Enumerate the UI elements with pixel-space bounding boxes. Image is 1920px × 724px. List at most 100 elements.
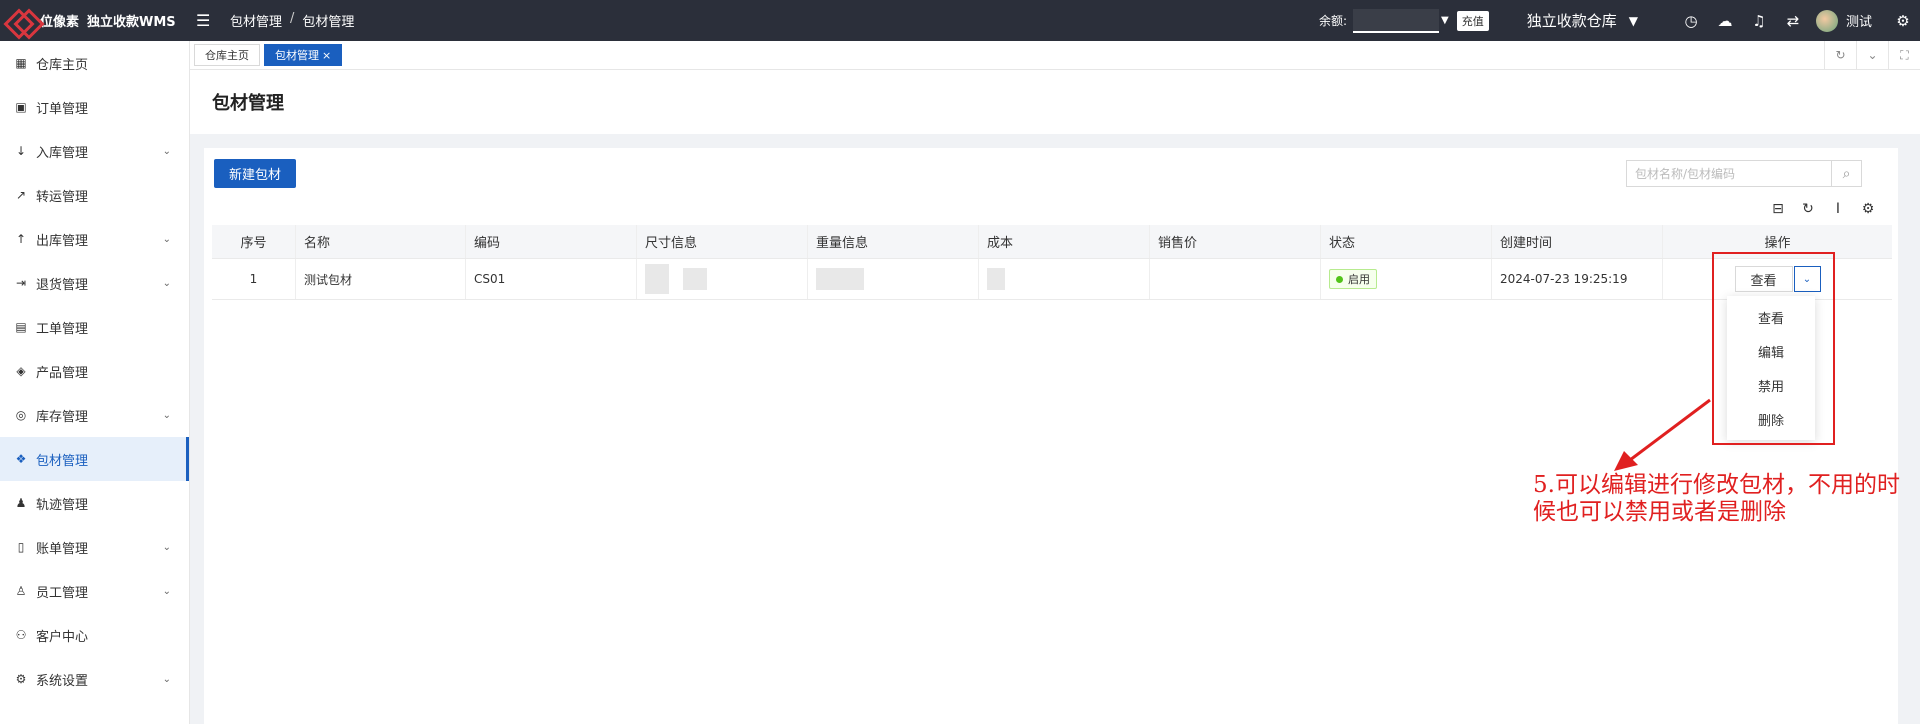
sidebar-item-label: 订单管理 xyxy=(36,101,89,117)
new-packaging-button[interactable]: 新建包材 xyxy=(214,159,297,188)
avatar[interactable] xyxy=(1815,9,1838,32)
sidebar-item-inbound[interactable]: ↓ 入库管理 ⌄ xyxy=(0,129,189,173)
tab-bar: 仓库主页 包材管理 × ↻ ⌄ ⛶ xyxy=(190,40,1920,70)
sidebar-item-customers[interactable]: ⚇ 客户中心 xyxy=(0,613,189,657)
sidebar-item-settings[interactable]: ⚙ 系统设置 ⌄ xyxy=(0,657,189,701)
search-icon[interactable]: ⌕ xyxy=(1831,161,1861,186)
sidebar-item-label: 轨迹管理 xyxy=(36,497,89,513)
redacted-block xyxy=(987,268,1005,290)
sidebar-item-tracking[interactable]: ♟ 轨迹管理 xyxy=(0,481,189,525)
export-icon[interactable]: ⊟ xyxy=(1767,198,1789,220)
status-label: 启用 xyxy=(1348,273,1370,286)
track-icon: ♟ xyxy=(15,496,27,510)
sidebar-item-tickets[interactable]: ▤ 工单管理 xyxy=(0,305,189,349)
sidebar-item-packaging[interactable]: ❖ 包材管理 xyxy=(0,437,189,481)
arrow-up-icon: ↑ xyxy=(15,232,27,246)
sidebar-item-outbound[interactable]: ↑ 出库管理 ⌄ xyxy=(0,217,189,261)
arrow-shaft xyxy=(1625,398,1711,465)
packaging-table: 序号 名称 编码 尺寸信息 重量信息 成本 销售价 状态 创建时间 操作 1 测… xyxy=(212,225,1892,300)
sidebar-item-returns[interactable]: ⇥ 退货管理 ⌄ xyxy=(0,261,189,305)
row-code: CS01 xyxy=(466,259,637,299)
cloud-icon[interactable]: ☁ xyxy=(1708,12,1742,30)
sidebar-item-transfer[interactable]: ↗ 转运管理 xyxy=(0,173,189,217)
arrow-head xyxy=(1614,451,1638,471)
column-header: 名称 xyxy=(296,225,466,258)
sidebar-item-staff[interactable]: ♙ 员工管理 ⌄ xyxy=(0,569,189,613)
sidebar-item-label: 出库管理 xyxy=(36,233,89,249)
translate-icon[interactable]: ⇄ xyxy=(1776,12,1810,30)
transfer-icon: ↗ xyxy=(15,188,27,202)
caret-down-icon[interactable]: ▼ xyxy=(1629,14,1638,28)
sidebar-item-bills[interactable]: ▯ 账单管理 ⌄ xyxy=(0,525,189,569)
balance-label: 余额: xyxy=(1318,14,1348,28)
recharge-button[interactable]: 充值 xyxy=(1456,10,1489,31)
sidebar-item-label: 仓库主页 xyxy=(36,57,89,73)
redacted-block xyxy=(683,268,707,290)
product-icon: ◈ xyxy=(16,364,26,378)
logo-mark-icon xyxy=(6,10,36,32)
page-title: 包材管理 xyxy=(212,93,284,114)
chevron-down-icon: ⌄ xyxy=(162,233,171,245)
column-header: 销售价 xyxy=(1150,225,1321,258)
sidebar-item-label: 系统设置 xyxy=(36,673,89,689)
warehouse-select[interactable]: 独立收款仓库 xyxy=(1527,10,1617,31)
sidebar-item-inventory[interactable]: ◎ 库存管理 ⌄ xyxy=(0,393,189,437)
gear-icon[interactable]: ⚙ xyxy=(1857,198,1879,220)
clock-icon[interactable]: ◷ xyxy=(1674,12,1708,30)
redacted-block xyxy=(816,268,864,290)
row-price xyxy=(1150,259,1321,299)
row-weight-redacted xyxy=(808,259,979,299)
dropbox-icon: ❖ xyxy=(15,452,27,466)
annotation-arrow xyxy=(1614,398,1711,471)
breadcrumb-item[interactable]: 包材管理 xyxy=(230,11,282,30)
close-icon[interactable]: × xyxy=(322,49,331,62)
sidebar-item-label: 账单管理 xyxy=(36,541,89,557)
row-status: 启用 xyxy=(1321,259,1492,299)
fullscreen-icon[interactable]: ⛶ xyxy=(1888,40,1920,70)
refresh-icon[interactable]: ↻ xyxy=(1797,198,1819,220)
redacted-block xyxy=(645,264,669,294)
inventory-icon: ◎ xyxy=(15,408,27,422)
chevron-down-icon[interactable]: ⌄ xyxy=(1856,40,1888,70)
chevron-down-icon: ⌄ xyxy=(162,585,171,597)
sidebar-item-label: 员工管理 xyxy=(36,585,89,601)
tab-label: 包材管理 xyxy=(275,49,319,62)
logo[interactable]: 位像素 独立收款WMS xyxy=(0,10,190,32)
tab-home[interactable]: 仓库主页 xyxy=(194,44,260,66)
refresh-icon[interactable]: ↻ xyxy=(1824,40,1856,70)
caret-down-icon[interactable]: ▼ xyxy=(1441,15,1449,26)
column-height-icon[interactable]: Ⅰ xyxy=(1827,198,1849,220)
breadcrumb-item: 包材管理 xyxy=(302,15,355,30)
column-header: 创建时间 xyxy=(1492,225,1663,258)
column-header: 重量信息 xyxy=(808,225,979,258)
breadcrumb-separator: / xyxy=(290,11,295,26)
bell-icon[interactable]: ♫ xyxy=(1742,12,1776,30)
column-header: 序号 xyxy=(212,225,296,258)
sidebar-item-label: 客户中心 xyxy=(36,629,89,645)
page-header: 包材管理 xyxy=(190,70,1920,134)
tab-label: 仓库主页 xyxy=(205,49,249,62)
table-row[interactable]: 1 测试包材 CS01 启用 2024-07-23 19:25:19 查看 ⌄ xyxy=(212,259,1892,300)
sidebar-item-home[interactable]: ▦ 仓库主页 xyxy=(0,41,189,85)
sidebar-item-label: 库存管理 xyxy=(36,409,89,425)
menu-fold-icon[interactable]: ☰ xyxy=(196,11,220,30)
search-input[interactable] xyxy=(1627,161,1831,186)
sidebar-item-label: 产品管理 xyxy=(36,365,89,381)
chevron-down-icon: ⌄ xyxy=(162,673,171,685)
table-header: 序号 名称 编码 尺寸信息 重量信息 成本 销售价 状态 创建时间 操作 xyxy=(212,225,1892,259)
grid-icon: ▦ xyxy=(15,56,27,70)
customer-icon: ⚇ xyxy=(15,628,27,642)
status-badge: 启用 xyxy=(1329,269,1377,289)
sidebar-item-orders[interactable]: ▣ 订单管理 xyxy=(0,85,189,129)
row-created-time: 2024-07-23 19:25:19 xyxy=(1492,259,1663,299)
tab-packaging[interactable]: 包材管理 × xyxy=(264,44,343,66)
annotation-highlight-box xyxy=(1712,252,1835,445)
gear-icon[interactable]: ⚙ xyxy=(1886,12,1920,30)
sidebar-item-products[interactable]: ◈ 产品管理 xyxy=(0,349,189,393)
sidebar: ▦ 仓库主页 ▣ 订单管理 ↓ 入库管理 ⌄ ↗ 转运管理 ↑ 出库管理 ⌄ ⇥… xyxy=(0,41,190,724)
user-name[interactable]: 测试 xyxy=(1846,11,1872,30)
chevron-down-icon: ⌄ xyxy=(162,277,171,289)
status-dot-icon xyxy=(1336,275,1343,283)
order-icon: ▣ xyxy=(15,100,27,114)
row-cost-redacted xyxy=(979,259,1150,299)
